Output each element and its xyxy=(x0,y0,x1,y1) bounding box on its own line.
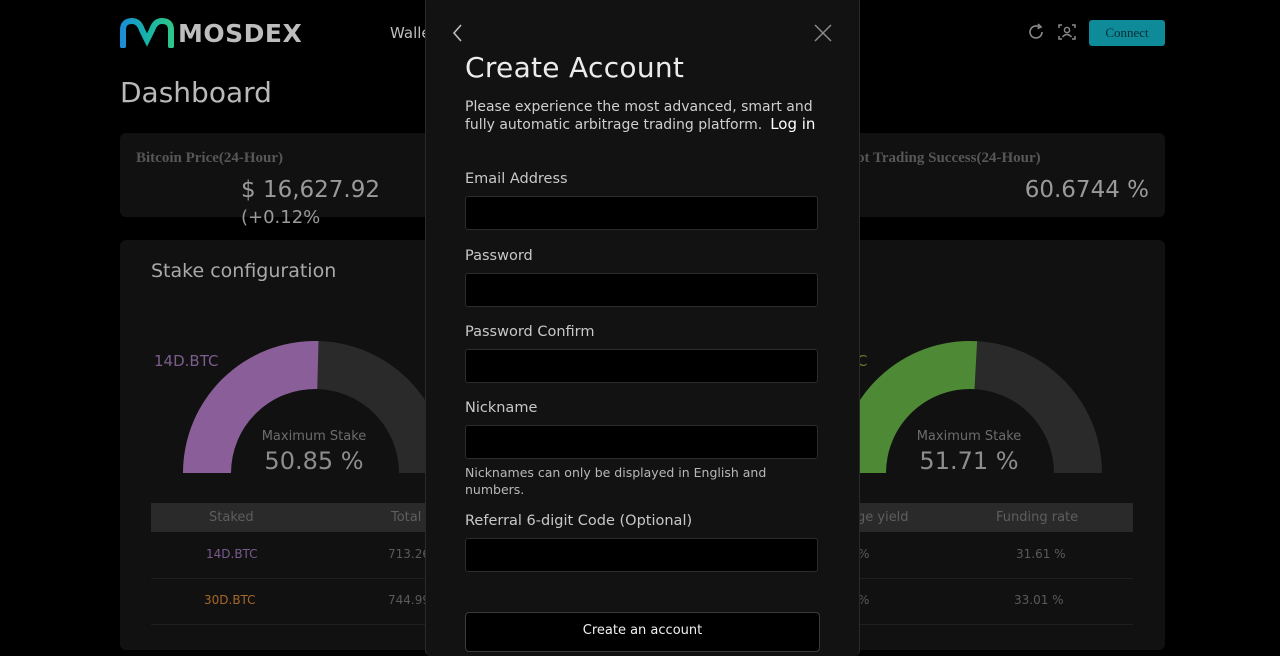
modal-description: Please experience the most advanced, sma… xyxy=(465,99,825,134)
password-label: Password xyxy=(465,248,533,264)
bitcoin-price-change: (+0.12% xyxy=(241,207,321,228)
brand-name: MOSDEX xyxy=(178,18,303,48)
modal-description-text: Please experience the most advanced, sma… xyxy=(465,99,813,133)
create-account-button[interactable]: Create an account xyxy=(465,612,820,652)
close-icon[interactable] xyxy=(813,23,833,43)
referral-label: Referral 6-digit Code (Optional) xyxy=(465,513,693,529)
password-confirm-field[interactable] xyxy=(465,349,818,383)
nickname-hint: Nicknames can only be displayed in Engli… xyxy=(465,465,767,497)
logo-mark-icon xyxy=(120,18,174,48)
nickname-label: Nickname xyxy=(465,400,538,416)
create-account-modal: Create Account Please experience the mos… xyxy=(425,0,860,656)
gauge-right-caption: Maximum Stake xyxy=(916,429,1022,444)
row2-funding: 33.01 % xyxy=(1014,593,1064,607)
row1-total: 713.26 xyxy=(388,547,430,561)
brand-logo[interactable]: MOSDEX xyxy=(120,18,302,48)
th-staked: Staked xyxy=(209,510,254,525)
stake-config-title: Stake configuration xyxy=(151,260,337,282)
referral-code-field[interactable] xyxy=(465,538,818,572)
modal-title: Create Account xyxy=(465,51,685,84)
bitcoin-card-title: Bitcoin Price(24-Hour) xyxy=(136,150,284,166)
th-yield: ge yield xyxy=(857,510,909,525)
row2-total: 744.99 xyxy=(388,593,430,607)
row2-staked[interactable]: 30D.BTC xyxy=(204,593,256,607)
row1-staked[interactable]: 14D.BTC xyxy=(206,547,258,561)
chevron-left-icon[interactable] xyxy=(450,22,466,44)
email-label: Email Address xyxy=(465,171,568,187)
email-field[interactable] xyxy=(465,196,818,230)
gauge-left-value: 50.85 % xyxy=(264,447,364,475)
trading-success-value: 60.6744 % xyxy=(1024,177,1149,203)
row1-funding: 31.61 % xyxy=(1016,547,1066,561)
refresh-icon[interactable] xyxy=(1026,22,1046,42)
bitcoin-price-card: Bitcoin Price(24-Hour) $ 16,627.92 (+0.1… xyxy=(120,133,440,228)
password-field[interactable] xyxy=(465,273,818,307)
login-link[interactable]: Log in xyxy=(770,115,815,133)
password-confirm-label: Password Confirm xyxy=(465,324,595,340)
trading-card-title: ot Trading Success(24-Hour) xyxy=(857,150,1041,166)
th-total: Total xyxy=(391,510,422,525)
bitcoin-price-value: $ 16,627.92 (+0.12% xyxy=(241,177,380,228)
gauge-left-caption: Maximum Stake xyxy=(261,429,367,444)
connect-button[interactable]: Connect xyxy=(1089,20,1165,46)
nickname-field[interactable] xyxy=(465,425,818,459)
gauge-right-value: 51.71 % xyxy=(919,447,1019,475)
trading-success-card: ot Trading Success(24-Hour) 60.6744 % xyxy=(845,133,1165,217)
face-scan-icon[interactable] xyxy=(1057,22,1077,42)
th-funding-rate: Funding rate xyxy=(996,510,1079,525)
page-title: Dashboard xyxy=(120,76,272,109)
